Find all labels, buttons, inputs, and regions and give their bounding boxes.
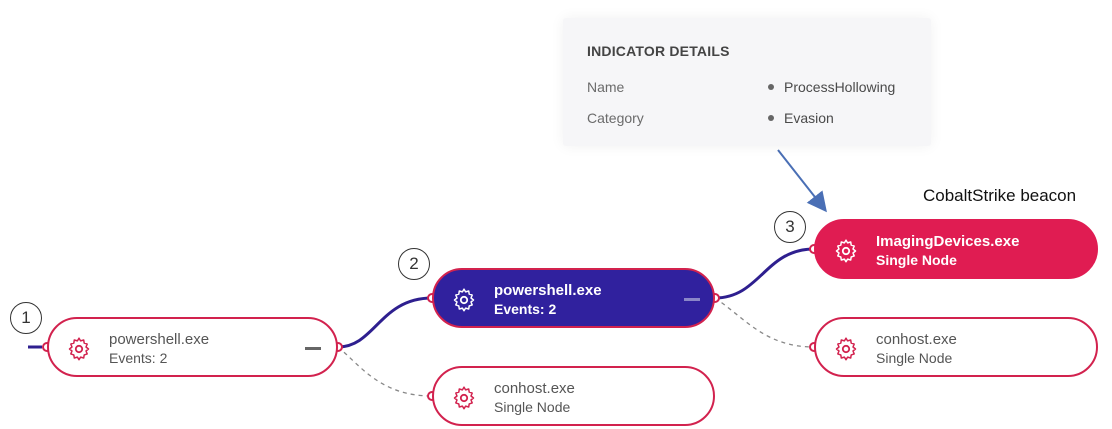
step-marker-3: 3 xyxy=(774,211,806,243)
process-node-type: Single Node xyxy=(876,252,957,268)
process-events: Events: 2 xyxy=(494,301,557,317)
indicator-category-value: Evasion xyxy=(768,110,834,126)
edge-root-to-powershell xyxy=(337,296,433,349)
indicator-name-value: ProcessHollowing xyxy=(768,79,895,95)
process-node-imagingdevices[interactable]: ImagingDevices.exe Single Node xyxy=(814,219,1098,279)
process-node-type: Single Node xyxy=(876,350,953,366)
process-name: conhost.exe xyxy=(494,380,575,397)
step-marker-2: 2 xyxy=(398,248,430,280)
gear-icon xyxy=(453,386,475,410)
process-tree-canvas: INDICATOR DETAILS Name ProcessHollowing … xyxy=(0,0,1112,429)
process-name: ImagingDevices.exe xyxy=(876,233,1020,250)
process-name: conhost.exe xyxy=(876,331,957,348)
process-events: Events: 2 xyxy=(109,350,168,366)
process-node-child-powershell[interactable]: powershell.exe Events: 2 xyxy=(432,268,715,328)
edge-powershell-to-conhost xyxy=(714,297,815,348)
collapse-toggle[interactable] xyxy=(684,298,700,301)
indicator-arrow xyxy=(777,149,827,213)
indicator-details-title: INDICATOR DETAILS xyxy=(587,43,730,59)
collapse-toggle[interactable] xyxy=(305,347,321,350)
gear-icon xyxy=(68,337,90,361)
process-node-type: Single Node xyxy=(494,399,571,415)
process-node-conhost-a[interactable]: conhost.exe Single Node xyxy=(432,366,715,426)
edge-root-to-conhost xyxy=(337,346,433,397)
indicator-name-label: Name xyxy=(587,79,625,95)
indicator-details-panel: INDICATOR DETAILS Name ProcessHollowing … xyxy=(563,18,931,146)
bullet-icon xyxy=(768,84,774,90)
process-node-root-powershell[interactable]: powershell.exe Events: 2 xyxy=(47,317,338,377)
process-node-conhost-b[interactable]: conhost.exe Single Node xyxy=(814,317,1098,377)
process-name: powershell.exe xyxy=(494,282,602,299)
step-marker-1: 1 xyxy=(10,302,42,334)
edge-powershell-to-imaging xyxy=(714,247,815,300)
process-name: powershell.exe xyxy=(109,331,210,348)
gear-icon xyxy=(453,288,475,312)
cobaltstrike-annotation: CobaltStrike beacon xyxy=(923,186,1077,205)
gear-icon xyxy=(835,239,857,263)
gear-icon xyxy=(835,337,857,361)
bullet-icon xyxy=(768,115,774,121)
indicator-category-label: Category xyxy=(587,110,644,126)
